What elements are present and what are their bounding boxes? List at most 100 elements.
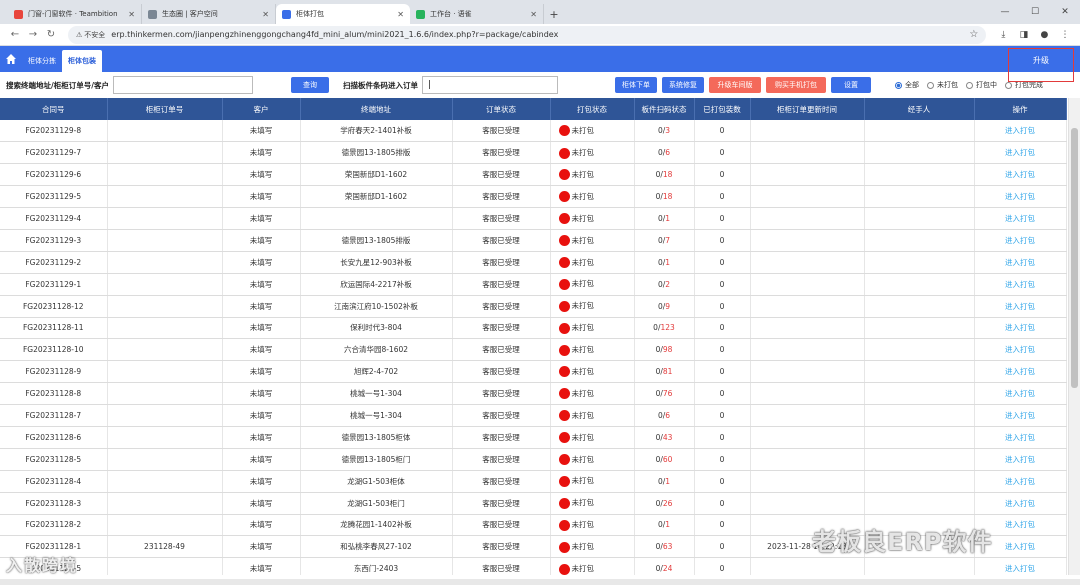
order-status-cell: 客服已受理 — [452, 338, 551, 362]
enter-packing-link[interactable]: 进入打包 — [974, 251, 1067, 274]
pack-status-label: 未打包 — [571, 476, 595, 486]
scan-status-cell: 0/1 — [634, 470, 695, 493]
customer-cell: 未填写 — [222, 535, 301, 559]
total-count: 81 — [662, 367, 673, 377]
tab-close-icon[interactable]: ✕ — [530, 10, 537, 19]
enter-packing-link[interactable]: 进入打包 — [974, 470, 1067, 493]
enter-packing-link[interactable]: 进入打包 — [974, 338, 1067, 362]
pack-status-cell: 未打包 — [550, 185, 635, 209]
enter-packing-link[interactable]: 进入打包 — [974, 404, 1067, 427]
address-cell: 荣国新邸D1-1602 — [300, 185, 453, 209]
scan-barcode-input[interactable]: | — [421, 76, 558, 94]
query-button[interactable]: 查询 — [290, 77, 329, 93]
status-dot-icon — [558, 257, 570, 269]
browser-tab-2[interactable]: 生态圈 | 客户空间 ✕ — [142, 4, 276, 24]
tab-cabinet-sorting[interactable]: 柜体分拣 — [22, 50, 62, 72]
updated-time-cell — [750, 470, 865, 493]
table-row: FG20231129-7 未填写 德景园13-1805排版 客服已受理 未打包 0/6 0 进… — [0, 141, 1067, 165]
download-icon[interactable]: ⤓ — [994, 30, 1012, 40]
total-count: 76 — [662, 389, 673, 399]
settings-button[interactable]: 设置 — [830, 77, 871, 93]
pack-status-label: 未打包 — [571, 388, 595, 398]
minimize-icon[interactable]: — — [990, 0, 1020, 24]
profile-icon[interactable]: ● — [1035, 30, 1053, 40]
table-row: FG20231129-2 未填写 长安九星12-903补板 客服已受理 未打包 0/1 0 进… — [0, 251, 1067, 274]
enter-packing-link[interactable]: 进入打包 — [974, 141, 1067, 165]
table-row: FG20231129-3 未填写 德景园13-1805排版 客服已受理 未打包 0/7 0 进… — [0, 229, 1067, 252]
packed-count-cell: 0 — [694, 426, 751, 449]
browser-tab-3[interactable]: 柜体打包 ✕ — [276, 4, 410, 24]
radio-packing[interactable]: 打包中 — [965, 80, 997, 90]
address-cell: 旭辉2-4-702 — [300, 360, 453, 384]
reload-icon[interactable]: ↻ — [42, 29, 60, 40]
handler-cell — [864, 185, 975, 209]
cabinet-order-number-cell — [107, 317, 223, 340]
enter-packing-link[interactable]: 进入打包 — [974, 317, 1067, 340]
pack-status-cell: 未打包 — [550, 317, 635, 340]
scrollbar-thumb[interactable] — [1071, 128, 1078, 388]
vertical-scrollbar[interactable] — [1068, 98, 1080, 575]
search-input[interactable] — [112, 76, 253, 94]
updated-time-cell — [750, 360, 865, 384]
tab-cabinet-packing[interactable]: 柜体包装 — [62, 50, 102, 72]
upgrade-button[interactable]: 升级 — [1008, 48, 1074, 82]
tab-close-icon[interactable]: ✕ — [397, 10, 404, 19]
bookmark-star-icon[interactable]: ☆ — [969, 29, 978, 40]
order-status-cell: 客服已受理 — [452, 557, 551, 575]
cabinet-order-number-cell — [107, 251, 223, 274]
total-count: 2 — [665, 279, 671, 289]
enter-packing-link[interactable]: 进入打包 — [974, 229, 1067, 252]
enter-packing-link[interactable]: 进入打包 — [974, 557, 1067, 575]
enter-packing-link[interactable]: 进入打包 — [974, 492, 1067, 515]
enter-packing-link[interactable]: 进入打包 — [974, 185, 1067, 209]
scan-label: 扫描板件条码进入订单 — [342, 80, 418, 90]
status-dot-icon — [558, 213, 570, 225]
scan-status-cell: 0/18 — [634, 163, 695, 187]
home-icon[interactable] — [0, 46, 22, 72]
enter-packing-link[interactable]: 进入打包 — [974, 382, 1067, 406]
pack-status-label: 未打包 — [571, 564, 595, 573]
cabinet-order-number-cell — [107, 557, 223, 575]
enter-packing-link[interactable]: 进入打包 — [974, 360, 1067, 384]
enter-packing-link[interactable]: 进入打包 — [974, 207, 1067, 230]
horizontal-scrollbar[interactable] — [0, 579, 1080, 585]
cabinet-order-button[interactable]: 柜体下单 — [614, 77, 657, 93]
buy-mobile-packing-button[interactable]: 购买手机打包 — [765, 77, 826, 93]
radio-unpacked[interactable]: 未打包 — [926, 80, 958, 90]
enter-packing-link[interactable]: 进入打包 — [974, 426, 1067, 449]
upgrade-workshop-button[interactable]: 升级车间版 — [708, 77, 761, 93]
scan-status-cell: 0/43 — [634, 426, 695, 449]
pack-status-label: 未打包 — [571, 345, 595, 355]
cabinet-order-number-cell — [107, 426, 223, 449]
enter-packing-link[interactable]: 进入打包 — [974, 295, 1067, 318]
close-window-icon[interactable]: ✕ — [1050, 0, 1080, 24]
contract-number-cell: FG20231128-9 — [0, 360, 108, 384]
enter-packing-link[interactable]: 进入打包 — [974, 448, 1067, 471]
menu-icon[interactable]: ⋮ — [1056, 30, 1074, 40]
packed-count-cell: 0 — [694, 514, 751, 537]
tab-close-icon[interactable]: ✕ — [262, 10, 269, 19]
back-icon[interactable]: ← — [6, 29, 24, 40]
radio-all[interactable]: 全部 — [894, 80, 919, 90]
enter-packing-link[interactable]: 进入打包 — [974, 120, 1067, 143]
column-header: 打包状态 — [550, 98, 635, 120]
sidebar-icon[interactable]: ◨ — [1015, 30, 1033, 40]
system-repair-button[interactable]: 系统修复 — [661, 77, 704, 93]
status-dot-icon — [558, 497, 570, 509]
maximize-icon[interactable]: ☐ — [1020, 0, 1050, 24]
tab-close-icon[interactable]: ✕ — [128, 10, 135, 19]
enter-packing-link[interactable]: 进入打包 — [974, 273, 1067, 296]
cabinet-order-number-cell: 231128-49 — [107, 535, 223, 559]
order-status-cell: 客服已受理 — [452, 141, 551, 165]
browser-tab-1[interactable]: 门窗-门窗软件 · Teambition ✕ — [8, 4, 142, 24]
updated-time-cell — [750, 141, 865, 165]
handler-cell — [864, 426, 975, 449]
browser-tab-4[interactable]: 工作台 · 语雀 ✕ — [410, 4, 544, 24]
new-tab-button[interactable]: + — [544, 4, 564, 24]
order-status-cell: 客服已受理 — [452, 251, 551, 274]
insecure-warning[interactable]: ⚠ 不安全 — [76, 30, 105, 40]
forward-icon[interactable]: → — [24, 29, 42, 40]
url-field[interactable]: ⚠ 不安全 erp.thinkermen.com/jianpengzhinengg… — [68, 25, 987, 44]
enter-packing-link[interactable]: 进入打包 — [974, 163, 1067, 187]
packed-count-cell: 0 — [694, 185, 751, 209]
